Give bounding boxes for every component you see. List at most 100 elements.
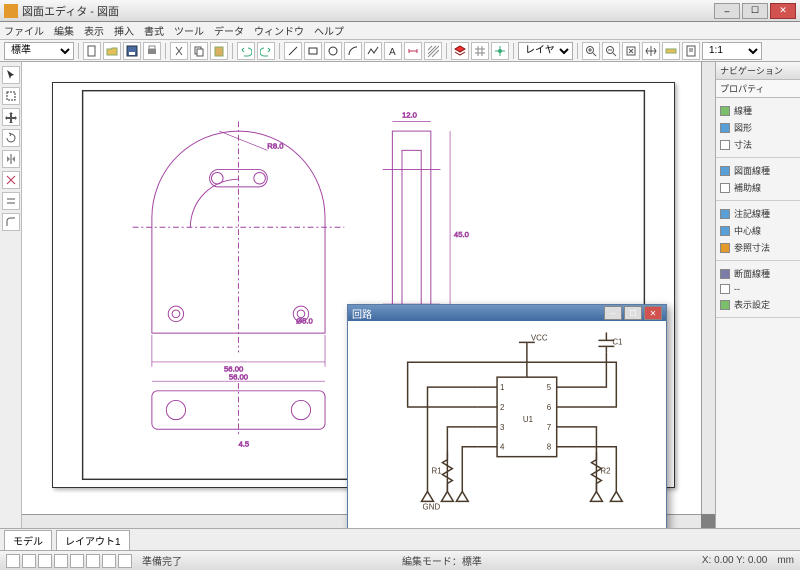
zoom-in-icon[interactable]	[582, 42, 600, 60]
undo-icon[interactable]	[237, 42, 255, 60]
panel-item[interactable]: 中心線	[720, 222, 796, 239]
schematic-window[interactable]: 回路 – ☐ ✕	[347, 304, 667, 528]
svg-text:4.5: 4.5	[238, 440, 249, 449]
status-dot-icon[interactable]	[118, 554, 132, 568]
menu-format[interactable]: 書式	[144, 23, 164, 38]
status-dot-icon[interactable]	[86, 554, 100, 568]
print-icon[interactable]	[143, 42, 161, 60]
svg-text:4: 4	[500, 443, 505, 452]
panel-item[interactable]: 注記線種	[720, 205, 796, 222]
layers-icon[interactable]	[451, 42, 469, 60]
new-icon[interactable]	[83, 42, 101, 60]
status-dot-icon[interactable]	[22, 554, 36, 568]
panel-item[interactable]: 参照寸法	[720, 239, 796, 256]
schematic-canvas[interactable]: VCC U1 R1 R2 C1 GND 1 2 3 4 5 6 7 8	[348, 321, 666, 528]
menu-file[interactable]: ファイル	[4, 23, 44, 38]
schematic-titlebar[interactable]: 回路 – ☐ ✕	[348, 305, 666, 321]
grid-icon[interactable]	[471, 42, 489, 60]
paste-icon[interactable]	[210, 42, 228, 60]
color-swatch-icon	[720, 226, 730, 236]
color-swatch-icon	[720, 300, 730, 310]
redo-icon[interactable]	[257, 42, 275, 60]
move-icon[interactable]	[2, 108, 20, 126]
side-panel-header: ナビゲーション	[716, 62, 800, 80]
menu-edit[interactable]: 編集	[54, 23, 74, 38]
status-dot-icon[interactable]	[6, 554, 20, 568]
style-select[interactable]: 標準	[4, 42, 74, 60]
side-panel: ナビゲーション プロパティ 線種 図形 寸法 図面線種 補助線 注記線種 中心線…	[715, 62, 800, 528]
schematic-minimize-button[interactable]: –	[604, 306, 622, 320]
select-rect-icon[interactable]	[2, 87, 20, 105]
circle-icon[interactable]	[324, 42, 342, 60]
measure-icon[interactable]	[662, 42, 680, 60]
tab-layout1[interactable]: レイアウト1	[56, 530, 130, 550]
scale-select[interactable]: 1:1	[702, 42, 762, 60]
schematic-close-button[interactable]: ✕	[644, 306, 662, 320]
copy-icon[interactable]	[190, 42, 208, 60]
offset-icon[interactable]	[2, 192, 20, 210]
zoom-fit-icon[interactable]	[622, 42, 640, 60]
svg-text:5: 5	[547, 383, 552, 392]
svg-text:12.0: 12.0	[402, 111, 417, 120]
panel-item[interactable]: 図形	[720, 119, 796, 136]
open-icon[interactable]	[103, 42, 121, 60]
panel-item[interactable]: 表示設定	[720, 296, 796, 313]
properties-icon[interactable]	[682, 42, 700, 60]
menu-tools[interactable]: ツール	[174, 23, 204, 38]
color-swatch-icon	[720, 183, 730, 193]
color-swatch-icon	[720, 140, 730, 150]
text-icon[interactable]: A	[384, 42, 402, 60]
svg-text:C1: C1	[612, 338, 623, 347]
polyline-icon[interactable]	[364, 42, 382, 60]
panel-item[interactable]: 図面線種	[720, 162, 796, 179]
arc-icon[interactable]	[344, 42, 362, 60]
panel-item[interactable]: 寸法	[720, 136, 796, 153]
svg-text:2: 2	[500, 403, 505, 412]
menu-insert[interactable]: 挿入	[114, 23, 134, 38]
save-icon[interactable]	[123, 42, 141, 60]
app-icon	[4, 4, 18, 18]
vertical-toolbar	[0, 62, 22, 528]
scrollbar-vertical[interactable]	[701, 62, 715, 514]
separator	[165, 43, 166, 59]
rect-icon[interactable]	[304, 42, 322, 60]
side-panel-tab[interactable]: プロパティ	[716, 80, 800, 98]
rotate-icon[interactable]	[2, 129, 20, 147]
hatch-icon[interactable]	[424, 42, 442, 60]
window-titlebar: 図面エディタ - 図面 – ☐ ✕	[0, 0, 800, 22]
menu-help[interactable]: ヘルプ	[314, 23, 344, 38]
snap-icon[interactable]	[491, 42, 509, 60]
status-dot-icon[interactable]	[70, 554, 84, 568]
color-swatch-icon	[720, 243, 730, 253]
mirror-icon[interactable]	[2, 150, 20, 168]
line-icon[interactable]	[284, 42, 302, 60]
trim-icon[interactable]	[2, 171, 20, 189]
zoom-out-icon[interactable]	[602, 42, 620, 60]
panel-item[interactable]: 補助線	[720, 179, 796, 196]
minimize-button[interactable]: –	[714, 3, 740, 19]
status-center: 編集モード：標準	[192, 553, 692, 568]
menu-window[interactable]: ウィンドウ	[254, 23, 304, 38]
drawing-canvas-area: 56.00 R8.0 Ø5.0 45.0 12.0	[22, 62, 715, 528]
cut-icon[interactable]	[170, 42, 188, 60]
panel-item[interactable]: 断面線種	[720, 265, 796, 282]
dimension-icon[interactable]	[404, 42, 422, 60]
status-dot-icon[interactable]	[38, 554, 52, 568]
panel-item[interactable]: 線種	[720, 102, 796, 119]
menu-view[interactable]: 表示	[84, 23, 104, 38]
close-button[interactable]: ✕	[770, 3, 796, 19]
tab-model[interactable]: モデル	[4, 530, 52, 550]
maximize-button[interactable]: ☐	[742, 3, 768, 19]
pan-icon[interactable]	[642, 42, 660, 60]
status-dot-icon[interactable]	[54, 554, 68, 568]
svg-text:3: 3	[500, 423, 505, 432]
menu-data[interactable]: データ	[214, 23, 244, 38]
fillet-icon[interactable]	[2, 213, 20, 231]
svg-text:45.0: 45.0	[454, 230, 469, 239]
color-swatch-icon	[720, 269, 730, 279]
schematic-maximize-button[interactable]: ☐	[624, 306, 642, 320]
layer-select[interactable]: レイヤー	[518, 42, 573, 60]
status-dot-icon[interactable]	[102, 554, 116, 568]
panel-item[interactable]: --	[720, 282, 796, 296]
pointer-icon[interactable]	[2, 66, 20, 84]
